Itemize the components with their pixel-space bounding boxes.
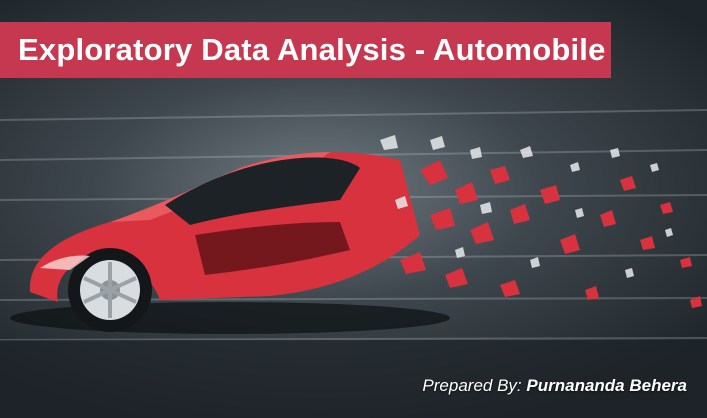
author-credit: Prepared By: Purnananda Behera xyxy=(422,376,687,396)
title-banner: Exploratory Data Analysis - Automobile xyxy=(0,22,611,78)
author-name: Purnananda Behera xyxy=(526,376,687,395)
credit-label: Prepared By: xyxy=(422,376,522,395)
title-slide: Exploratory Data Analysis - Automobile P… xyxy=(0,0,707,418)
slide-title: Exploratory Data Analysis - Automobile xyxy=(18,32,606,67)
